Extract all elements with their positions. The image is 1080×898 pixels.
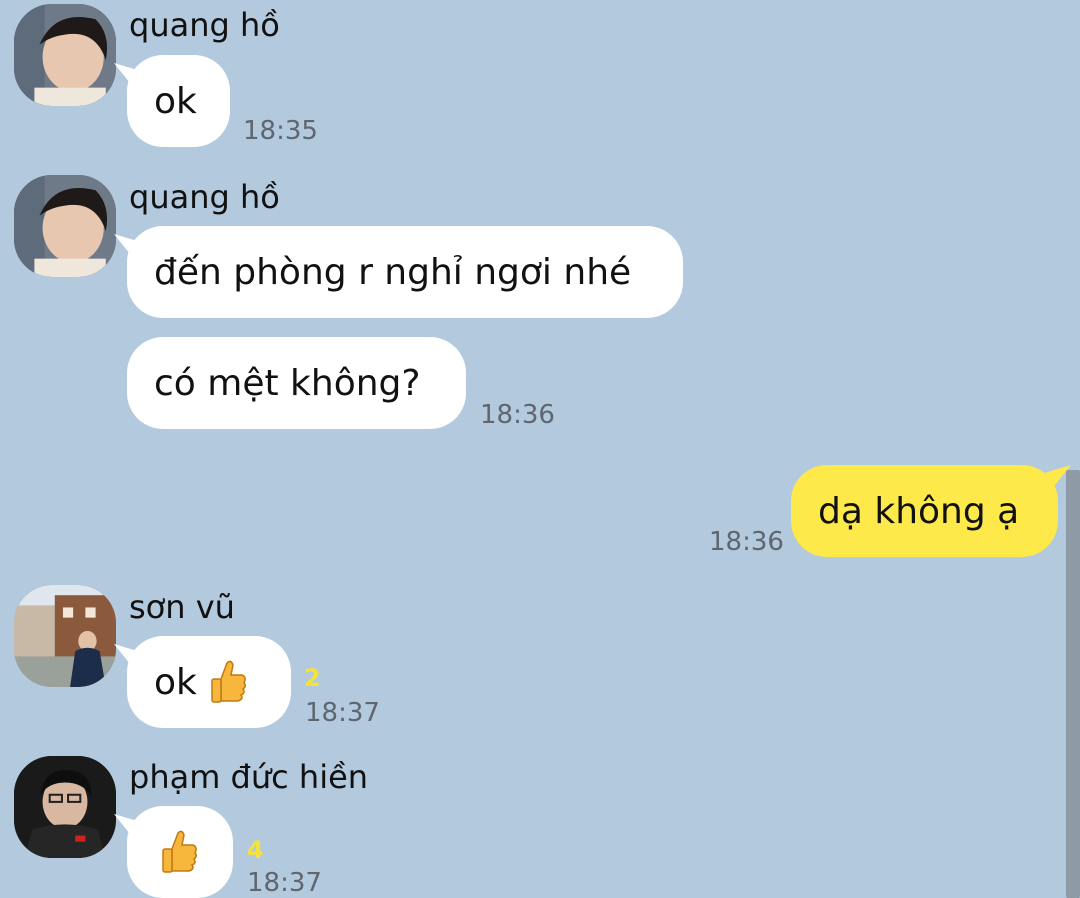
avatar-quang-ho[interactable]	[14, 4, 116, 106]
bubble-tail	[114, 234, 140, 260]
sender-name: sơn vũ	[129, 588, 235, 626]
message-time: 18:36	[480, 400, 555, 430]
bubble-tail	[114, 63, 140, 89]
sender-name: quang hồ	[129, 178, 280, 216]
message-text: có mệt không?	[154, 362, 421, 404]
scrollbar[interactable]	[1066, 470, 1080, 898]
avatar-photo	[14, 756, 116, 858]
message-bubble[interactable]: ok	[114, 55, 230, 147]
message-time: 18:35	[243, 116, 318, 146]
message-text: ok	[154, 661, 197, 703]
avatar-pham-duc-hien[interactable]	[14, 756, 116, 858]
message-time: 18:37	[305, 698, 380, 728]
unread-count: 4	[247, 836, 264, 864]
message-bubble[interactable]: ok	[114, 636, 291, 728]
bubble-tail	[114, 644, 140, 670]
message-text: dạ không ạ	[818, 490, 1020, 532]
thumbs-up-icon	[160, 829, 198, 875]
avatar-quang-ho[interactable]	[14, 175, 116, 277]
thumbs-up-icon	[209, 659, 247, 705]
message-bubble[interactable]: có mệt không?	[127, 337, 466, 429]
message-time: 18:36	[709, 527, 784, 557]
message-bubble[interactable]	[114, 806, 233, 898]
avatar-photo	[14, 585, 116, 687]
avatar-son-vu[interactable]	[14, 585, 116, 687]
avatar-photo	[14, 175, 116, 277]
unread-count: 2	[304, 664, 321, 692]
sender-name: phạm đức hiền	[129, 758, 369, 796]
avatar-photo	[14, 4, 116, 106]
message-text: ok	[154, 80, 197, 122]
message-time: 18:37	[247, 868, 322, 898]
bubble-tail	[114, 814, 140, 840]
sender-name: quang hồ	[129, 6, 280, 44]
my-message-bubble[interactable]: dạ không ạ	[791, 465, 1071, 557]
message-bubble[interactable]: đến phòng r nghỉ ngơi nhé	[114, 226, 683, 318]
chat-message-list[interactable]: quang hồ ok 18:35 quang hồ đến phòng r n…	[0, 0, 1080, 898]
message-text: đến phòng r nghỉ ngơi nhé	[154, 251, 632, 293]
